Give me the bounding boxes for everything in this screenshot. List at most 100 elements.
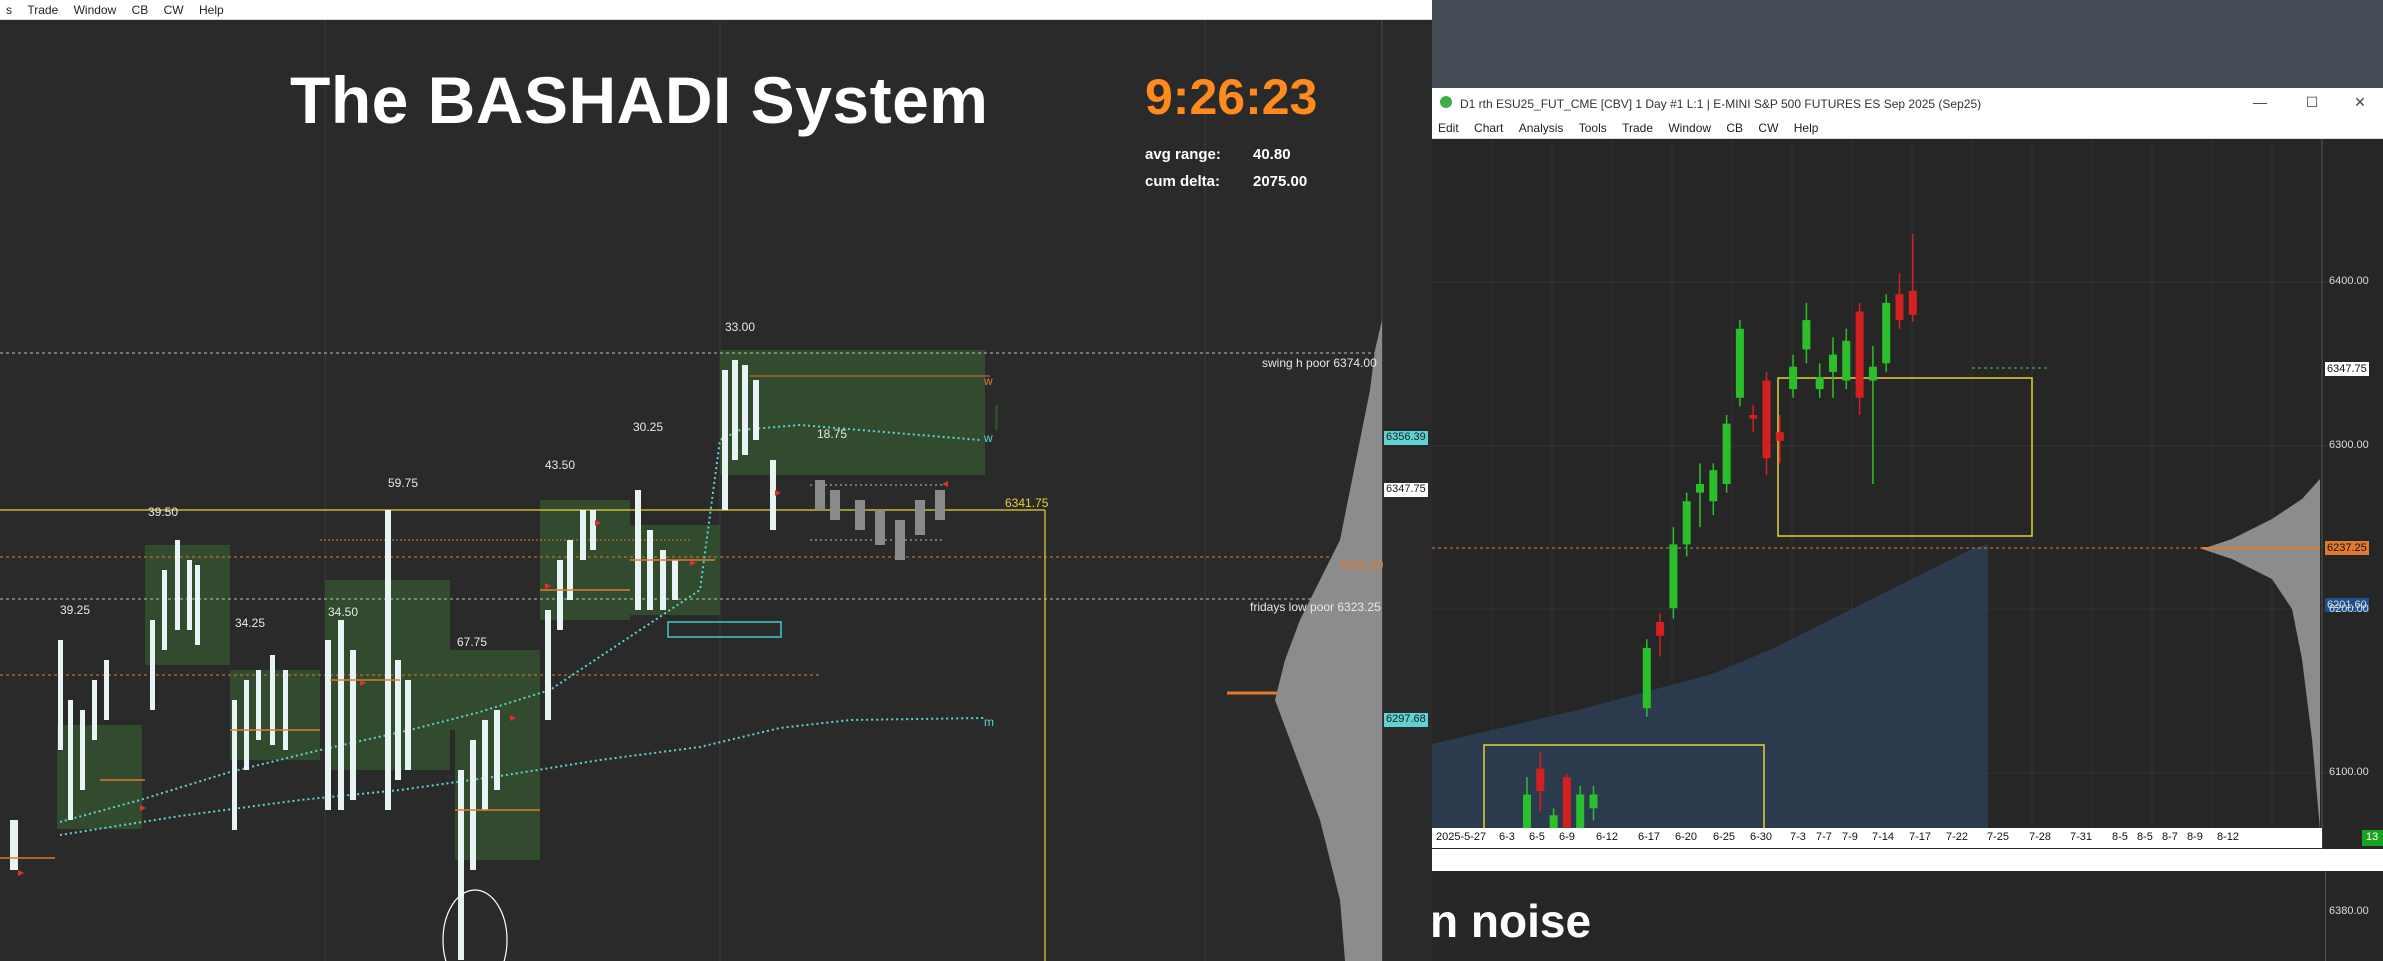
candle-body bbox=[1749, 415, 1758, 419]
highlight-box bbox=[667, 621, 782, 638]
minimize-icon[interactable]: — bbox=[2250, 94, 2270, 110]
date-tick: 7-25 bbox=[1987, 831, 2010, 843]
menu-item-help[interactable]: Help bbox=[1788, 118, 1825, 136]
fridays-low-label: fridays low poor 6323.25 bbox=[1250, 600, 1381, 614]
lower-price-tick: 6380.00 bbox=[2329, 905, 2369, 917]
price-6356-badge: 6356.39 bbox=[1386, 431, 1426, 443]
menu-item-chart[interactable]: Chart bbox=[1468, 118, 1509, 136]
swing-label: 33.00 bbox=[725, 320, 756, 334]
candle-body bbox=[1815, 377, 1824, 390]
swing-label: 18.75 bbox=[817, 427, 848, 441]
swing-label: 39.25 bbox=[60, 603, 91, 617]
date-tick: 6-17 bbox=[1638, 831, 1661, 843]
close-icon[interactable]: ✕ bbox=[2350, 94, 2370, 111]
price-tick: 6300.00 bbox=[2329, 439, 2369, 451]
menu-item-cb[interactable]: CB bbox=[1720, 118, 1749, 136]
date-tick: 6-25 bbox=[1713, 831, 1736, 843]
date-tick: 8-7 bbox=[2162, 831, 2178, 843]
candle-body bbox=[1549, 815, 1558, 829]
candle-body bbox=[1802, 320, 1811, 350]
swing-label: 30.25 bbox=[633, 420, 664, 434]
swing-label: 67.75 bbox=[457, 635, 488, 649]
price-6297-badge: 6297.68 bbox=[1386, 713, 1426, 725]
daily-chart-canvas[interactable] bbox=[1432, 139, 2383, 849]
candle-body bbox=[1868, 366, 1877, 381]
menu-item-trade[interactable]: Trade bbox=[1616, 118, 1659, 136]
date-tick: 7-17 bbox=[1909, 831, 1932, 843]
daily-chart-window: D1 rth ESU25_FUT_CME [CBV] 1 Day #1 L:1 … bbox=[1432, 88, 2383, 961]
menu-item-window[interactable]: Window bbox=[68, 0, 123, 18]
menu-item-analysis[interactable]: Analysis bbox=[1513, 118, 1570, 136]
date-tick: 8-12 bbox=[2217, 831, 2240, 843]
candle-body bbox=[1589, 794, 1598, 809]
maximize-icon[interactable]: ☐ bbox=[2302, 94, 2322, 111]
session-clock: 9:26:23 bbox=[1145, 69, 1318, 125]
left-menubar: s Trade Window CB CW Help bbox=[0, 0, 1432, 20]
candle-body bbox=[1669, 544, 1678, 609]
right-menubar: Edit Chart Analysis Tools Trade Window C… bbox=[1432, 118, 2383, 139]
candle-body bbox=[1682, 501, 1691, 545]
candle-body bbox=[1642, 647, 1651, 709]
swing-high-label: swing h poor 6374.00 bbox=[1262, 356, 1377, 370]
candle-body bbox=[1536, 768, 1545, 792]
vwap-w-label-2: w bbox=[984, 431, 993, 445]
price-6347-badge: 6347.75 bbox=[1386, 483, 1426, 495]
price-tick: 6100.00 bbox=[2329, 766, 2369, 778]
candle-body bbox=[1842, 340, 1851, 381]
avg-range-label: avg range: bbox=[1145, 146, 1221, 163]
footprint-chart-window: s Trade Window CB CW Help The BASHADI Sy… bbox=[0, 0, 1432, 961]
cum-delta-value: 2075.00 bbox=[1253, 173, 1308, 190]
date-tick: 7-22 bbox=[1946, 831, 1969, 843]
swing-label: 43.50 bbox=[545, 458, 576, 472]
bottom-caption: n noise bbox=[1430, 895, 1592, 947]
menu-item-trade[interactable]: Trade bbox=[21, 0, 64, 18]
level-6341-label: 6341.75 bbox=[1005, 496, 1049, 510]
menu-item-window[interactable]: Window bbox=[1662, 118, 1717, 136]
candle-body bbox=[1908, 290, 1917, 315]
candle-body bbox=[1775, 432, 1784, 441]
level-6332-label: 6332.00 bbox=[1340, 558, 1384, 572]
date-tick: 7-28 bbox=[2029, 831, 2052, 843]
desktop-background bbox=[1432, 0, 2383, 88]
date-tick: 6-20 bbox=[1675, 831, 1698, 843]
date-tick: 6-30 bbox=[1750, 831, 1773, 843]
candle-body bbox=[1709, 470, 1718, 502]
vwap-m-label: m bbox=[984, 715, 994, 729]
date-tick: 6-12 bbox=[1596, 831, 1619, 843]
date-tick: 8-5 bbox=[2112, 831, 2128, 843]
orange-price-badge: 6237.25 bbox=[2327, 542, 2367, 554]
swing-label: 34.50 bbox=[328, 605, 359, 619]
app-icon bbox=[1440, 96, 1452, 108]
menu-item-cw[interactable]: CW bbox=[1752, 118, 1784, 136]
menu-item-s[interactable]: s bbox=[0, 0, 18, 18]
last-price-badge: 6347.75 bbox=[2327, 363, 2367, 375]
menu-item-help[interactable]: Help bbox=[193, 0, 230, 18]
date-tick: 6-5 bbox=[1529, 831, 1545, 843]
date-tick: 8-9 bbox=[2187, 831, 2203, 843]
date-axis: 2025-5-27 6-3 6-5 6-9 6-12 6-17 6-20 6-2… bbox=[1432, 828, 2322, 848]
menu-item-tools[interactable]: Tools bbox=[1573, 118, 1613, 136]
menu-item-cw[interactable]: CW bbox=[158, 0, 190, 18]
price-tick: 6400.00 bbox=[2329, 275, 2369, 287]
swing-label: 34.25 bbox=[235, 616, 266, 630]
candle-body bbox=[1656, 622, 1665, 636]
system-title: The BASHADI System bbox=[290, 63, 989, 137]
swing-label: 39.50 bbox=[148, 505, 179, 519]
right-titlebar[interactable]: D1 rth ESU25_FUT_CME [CBV] 1 Day #1 L:1 … bbox=[1432, 88, 2383, 118]
candle-body bbox=[1882, 302, 1891, 364]
cum-delta-label: cum delta: bbox=[1145, 173, 1221, 190]
blue-price-badge: 6201.60 bbox=[2327, 599, 2367, 611]
volume-profile bbox=[1275, 320, 1382, 961]
date-tick: 7-3 bbox=[1790, 831, 1806, 843]
candle-body bbox=[1762, 380, 1771, 459]
date-tick: 6-3 bbox=[1499, 831, 1515, 843]
avg-range-value: 40.80 bbox=[1253, 146, 1291, 163]
candle-body bbox=[1829, 354, 1837, 372]
date-tick: 7-9 bbox=[1842, 831, 1858, 843]
date-tick: 7-31 bbox=[2070, 831, 2093, 843]
menu-item-cb[interactable]: CB bbox=[126, 0, 155, 18]
window-title: D1 rth ESU25_FUT_CME [CBV] 1 Day #1 L:1 … bbox=[1460, 97, 1982, 111]
date-tick: 7-7 bbox=[1816, 831, 1832, 843]
corner-badge: 13 bbox=[2366, 831, 2379, 843]
menu-item-edit[interactable]: Edit bbox=[1432, 118, 1465, 136]
